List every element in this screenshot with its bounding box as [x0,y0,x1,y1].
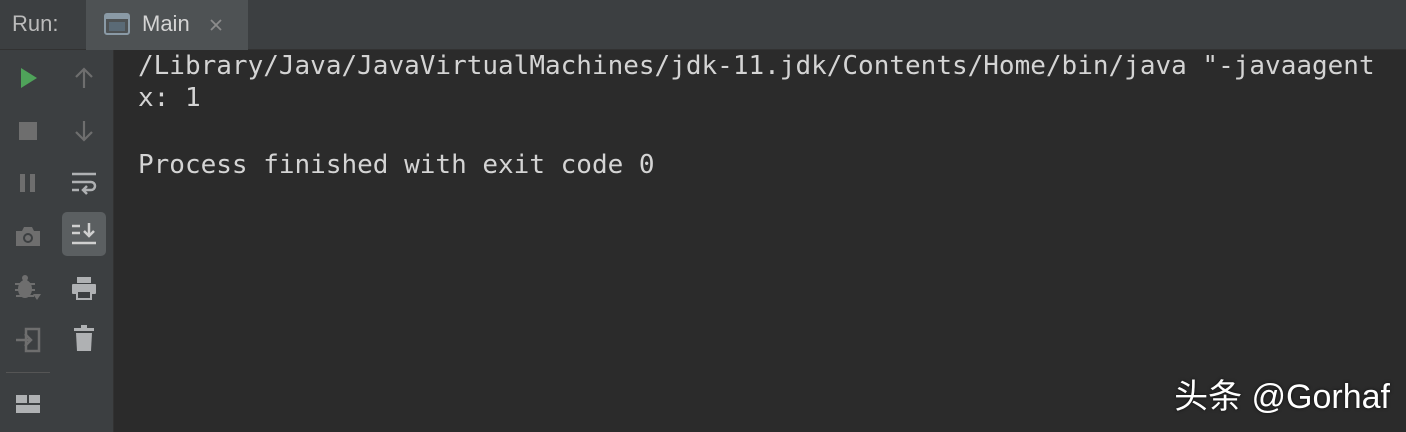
console-line-output: x: 1 [138,83,201,113]
console-output[interactable]: /Library/Java/JavaVirtualMachines/jdk-11… [114,50,1406,432]
close-icon[interactable] [208,17,224,33]
layout-button[interactable] [6,382,50,426]
toolbar-separator [6,372,50,373]
run-toolbar-left [0,50,56,432]
printer-icon [72,277,96,300]
trash-icon [74,325,94,351]
print-button[interactable] [62,266,106,310]
clear-all-button[interactable] [62,316,106,360]
run-tool-window: Run: Main /Library/Java/JavaVirtualMachi… [0,0,1406,432]
console-line-exit: Process finished with exit code 0 [138,150,655,180]
pause-button[interactable] [6,161,50,205]
soft-wrap-button[interactable] [62,161,106,205]
play-icon [21,68,37,88]
watermark: 头条 @Gorhaf [1174,378,1390,416]
scroll-to-end-button[interactable] [62,212,106,256]
console-line-command: /Library/Java/JavaVirtualMachines/jdk-11… [138,51,1375,81]
camera-icon [16,227,40,246]
console-window-icon [104,13,130,35]
tab-main-label: Main [142,11,190,36]
scroll-up-button[interactable] [62,56,106,100]
tab-main[interactable]: Main [86,0,248,50]
exit-icon [16,327,41,353]
run-button[interactable] [6,56,50,100]
soft-wrap-icon [72,172,97,195]
exit-button[interactable] [6,318,50,362]
stop-icon [19,122,37,140]
debug-button[interactable] [6,266,50,310]
run-label: Run: [12,11,59,36]
layout-icon [16,395,40,413]
stop-button[interactable] [6,109,50,153]
run-tab-bar: Run: Main [0,0,1406,50]
scroll-down-button[interactable] [62,109,106,153]
arrow-down-icon [75,121,93,142]
bug-icon [15,275,41,300]
screenshot-button[interactable] [6,214,50,258]
run-toolbar-console [56,50,114,432]
scroll-to-end-icon [72,223,96,245]
arrow-up-icon [75,67,93,88]
pause-icon [20,174,35,192]
